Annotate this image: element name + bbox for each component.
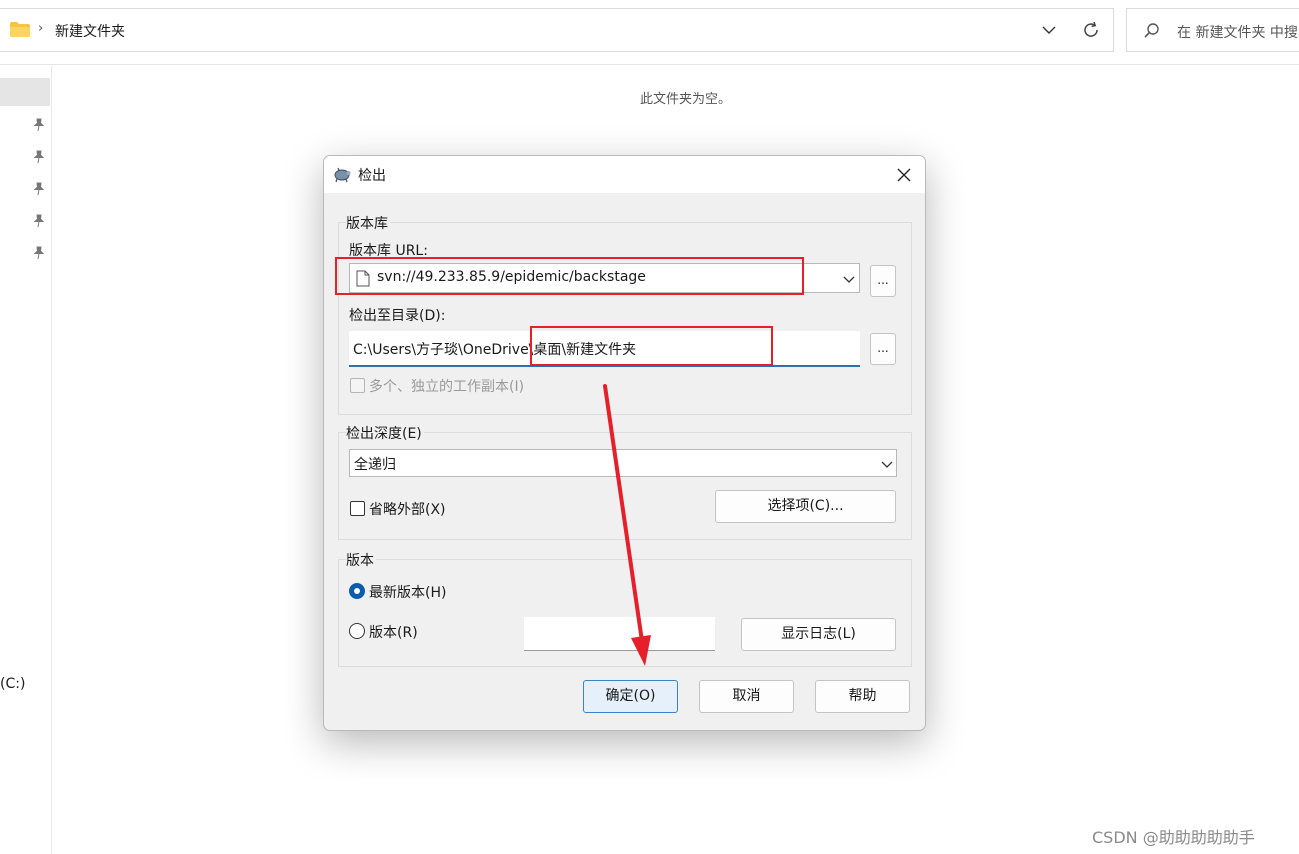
help-button[interactable]: 帮助	[815, 680, 910, 713]
dialog-titlebar[interactable]: 检出	[324, 156, 925, 193]
chevron-down-icon[interactable]	[842, 272, 856, 286]
dialog-title: 检出	[358, 168, 386, 184]
depth-selected-value: 全递归	[354, 457, 396, 473]
refresh-icon[interactable]	[1080, 19, 1102, 41]
head-revision-label: 最新版本(H)	[369, 585, 447, 601]
search-icon	[1144, 23, 1159, 38]
checkout-dir-label: 检出至目录(D):	[349, 308, 446, 324]
specific-revision-label: 版本(R)	[369, 625, 418, 641]
pin-icon[interactable]	[32, 214, 46, 228]
search-placeholder: 在 新建文件夹 中搜	[1177, 25, 1298, 41]
multi-copy-label: 多个、独立的工作副本(I)	[369, 379, 525, 395]
close-icon[interactable]	[890, 162, 918, 188]
address-bar[interactable]: › 新建文件夹	[0, 8, 1114, 52]
checkout-dir-field[interactable]: C:\Users\方子琰\OneDrive\桌面\新建文件夹	[349, 331, 860, 367]
checkout-dialog: 检出 版本库 版本库 URL: svn://49.233.85.9/epidem…	[323, 155, 926, 731]
cancel-button[interactable]: 取消	[699, 680, 794, 713]
omit-externals-checkbox[interactable]	[350, 501, 365, 516]
revision-number-field[interactable]	[524, 617, 715, 651]
breadcrumb-current-folder[interactable]: 新建文件夹	[55, 21, 125, 41]
breadcrumb-chevron-icon: ›	[38, 21, 44, 36]
empty-folder-message: 此文件夹为空。	[640, 92, 732, 107]
search-box[interactable]: 在 新建文件夹 中搜	[1126, 8, 1299, 52]
file-icon	[356, 270, 370, 287]
checkout-dir-browse-button[interactable]: ...	[870, 333, 896, 365]
repo-url-browse-button[interactable]: ...	[870, 265, 896, 297]
folder-icon	[10, 22, 30, 37]
options-button[interactable]: 选择项(C)...	[715, 490, 896, 523]
pin-icon[interactable]	[32, 150, 46, 164]
ok-button[interactable]: 确定(O)	[583, 680, 678, 713]
repo-url-combobox[interactable]: svn://49.233.85.9/epidemic/backstage	[349, 263, 860, 293]
navigation-pane: (C:)	[0, 66, 52, 854]
pin-icon[interactable]	[32, 118, 46, 132]
omit-externals-label: 省略外部(X)	[369, 502, 446, 518]
repo-url-value: svn://49.233.85.9/epidemic/backstage	[377, 269, 646, 285]
revision-group-title: 版本	[346, 550, 376, 570]
depth-dropdown[interactable]: 全递归	[349, 449, 897, 477]
pin-icon[interactable]	[32, 246, 46, 260]
toolbar-divider	[0, 64, 1299, 65]
tortoisesvn-icon	[334, 167, 351, 183]
nav-item-selected[interactable]	[0, 78, 50, 106]
drive-c-label[interactable]: (C:)	[0, 676, 25, 692]
repo-url-label: 版本库 URL:	[349, 243, 428, 259]
head-revision-radio[interactable]	[349, 583, 365, 599]
watermark: CSDN @助助助助助手	[1092, 828, 1255, 847]
checkout-dir-value: C:\Users\方子琰\OneDrive\桌面\新建文件夹	[353, 342, 637, 358]
depth-group-title: 检出深度(E)	[346, 423, 424, 443]
repository-group-title: 版本库	[346, 213, 390, 233]
pin-icon[interactable]	[32, 182, 46, 196]
show-log-button[interactable]: 显示日志(L)	[741, 618, 896, 651]
multi-copy-checkbox[interactable]	[350, 378, 365, 393]
chevron-down-icon[interactable]	[1040, 21, 1058, 39]
specific-revision-radio[interactable]	[349, 623, 365, 639]
chevron-down-icon[interactable]	[880, 457, 894, 471]
